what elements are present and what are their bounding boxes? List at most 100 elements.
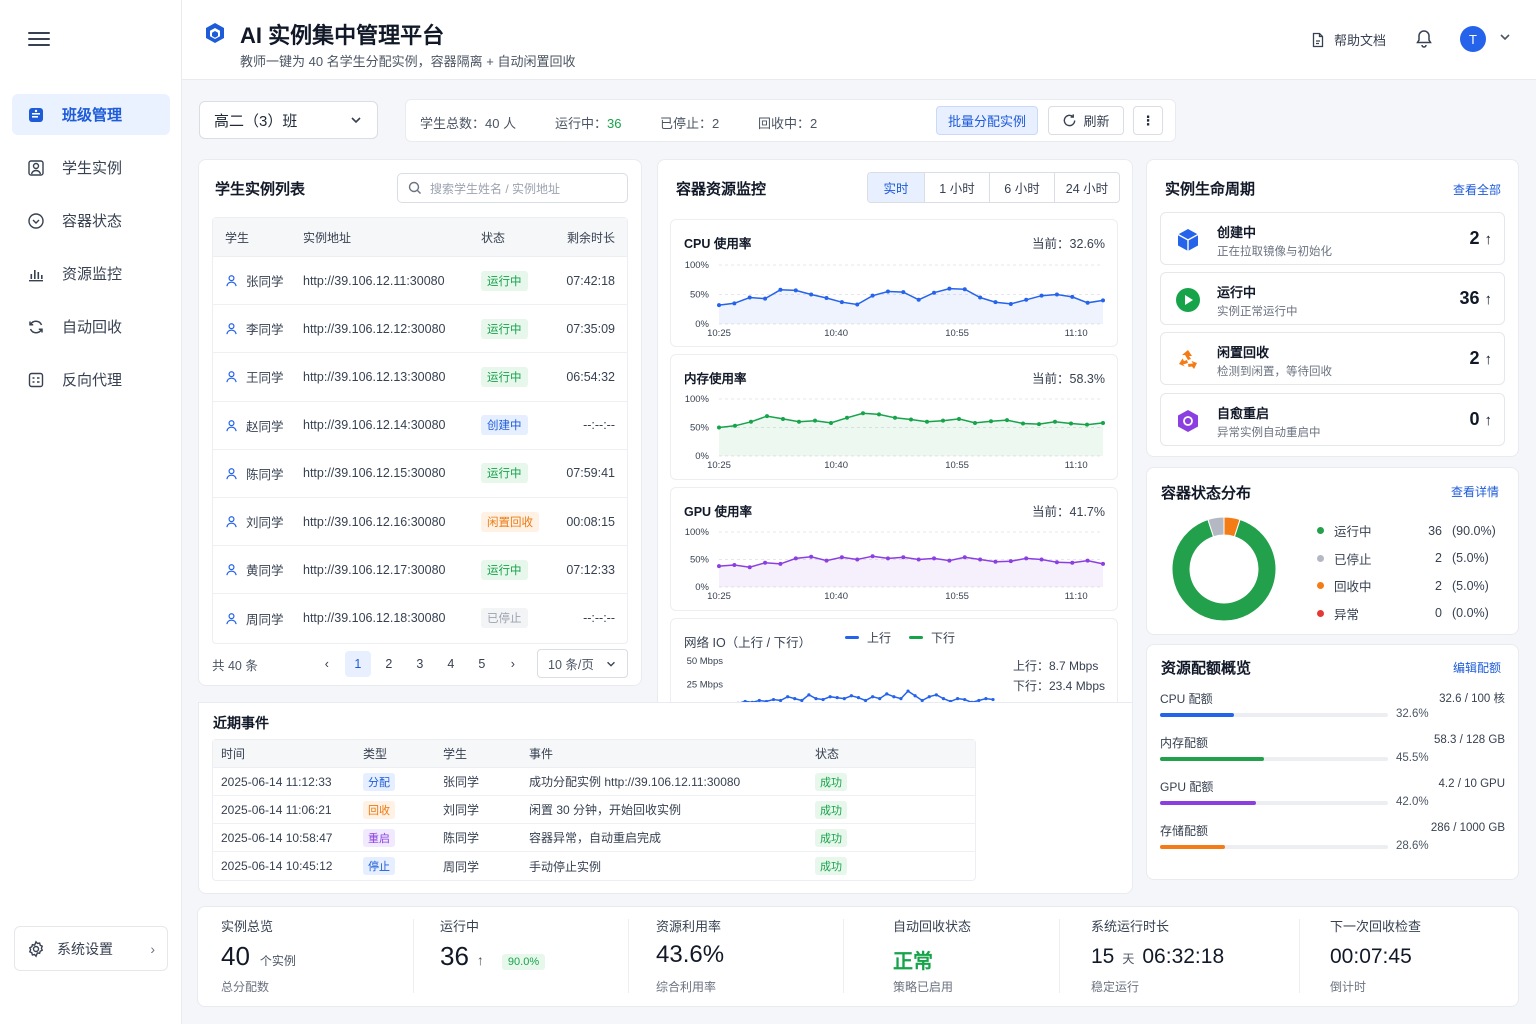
table-row[interactable]: 王同学 http://39.106.12.13:30080 运行中 06:54:32	[213, 353, 627, 402]
chevron-down-icon[interactable]	[1498, 30, 1512, 44]
page-button[interactable]: 4	[438, 651, 464, 677]
settings-label: 系统设置	[57, 940, 113, 957]
settings-button[interactable]: 系统设置 ›	[14, 926, 168, 971]
legend-percent: (0.0%)	[1452, 606, 1489, 620]
kpi-label: 系统运行时长	[1091, 919, 1170, 934]
view-all-link[interactable]: 查看全部	[1453, 181, 1501, 198]
data-point	[1024, 556, 1029, 561]
sidebar-item-proxy[interactable]: 反向代理	[12, 359, 170, 400]
edit-quota-link[interactable]: 编辑配额	[1453, 659, 1501, 676]
search-input[interactable]: 搜索学生姓名 / 实例地址	[397, 173, 628, 203]
table-row[interactable]: 2025-06-14 11:06:21 回收 刘同学 闲置 30 分钟，开始回收实例 成…	[213, 796, 975, 824]
lifecycle-creating[interactable]: 创建中 正在拉取镜像与初始化 2 ↑	[1160, 212, 1505, 265]
status-cell: 闲置回收	[481, 511, 557, 532]
lifecycle-idle[interactable]: 闲置回收 检测到闲置，等待回收 2 ↑	[1160, 332, 1505, 385]
table-row[interactable]: 刘同学 http://39.106.12.16:30080 闲置回收 00:08:15	[213, 498, 627, 547]
table-row[interactable]: 2025-06-14 10:45:12 停止 周同学 手动停止实例 成功	[213, 852, 975, 880]
page-button[interactable]: 2	[376, 651, 402, 677]
next-page-button[interactable]: ›	[500, 651, 526, 677]
page-button[interactable]: 3	[407, 651, 433, 677]
table-row[interactable]: 李同学 http://39.106.12.12:30080 运行中 07:35:09	[213, 305, 627, 354]
lifecycle-restart[interactable]: 自愈重启 异常实例自动重启中 0 ↑	[1160, 393, 1505, 446]
table-row[interactable]: 张同学 http://39.106.12.11:30080 运行中 07:42:18	[213, 257, 627, 306]
data-point	[809, 554, 814, 559]
sidebar-item-students[interactable]: 学生实例	[12, 147, 170, 188]
student-icon	[26, 158, 46, 178]
table-row[interactable]: 赵同学 http://39.106.12.14:30080 创建中 --:--:--	[213, 402, 627, 450]
table-row[interactable]: 黄同学 http://39.106.12.17:30080 运行中 07:12:33	[213, 546, 627, 595]
sidebar-item-class[interactable]: 班级管理	[12, 94, 170, 135]
table-row[interactable]: 2025-06-14 10:58:47 重启 陈同学 容器异常，自动重启完成 成功	[213, 824, 975, 852]
student-list-card: 学生实例列表 搜索学生姓名 / 实例地址 学生 实例地址 状态 剩余时长 张同学…	[198, 159, 642, 686]
kpi-total: 实例总览 40 个实例 总分配数	[221, 907, 401, 1007]
stat-stopped: 已停止：2	[660, 113, 719, 132]
prev-page-button[interactable]: ‹	[314, 651, 340, 677]
legend-label: 已停止	[1334, 552, 1372, 567]
data-point	[984, 697, 988, 701]
lifecycle-running[interactable]: 运行中 实例正常运行中 36 ↑	[1160, 272, 1505, 325]
event-status-badge: 成功	[815, 800, 847, 819]
event-type-cell: 回收	[363, 800, 443, 819]
instance-url[interactable]: http://39.106.12.18:30080	[303, 611, 481, 625]
refresh-button[interactable]: 刷新	[1048, 106, 1124, 135]
kpi-badge: 90.0%	[501, 954, 546, 970]
instance-url[interactable]: http://39.106.12.14:30080	[303, 418, 481, 432]
menu-toggle-icon[interactable]	[28, 28, 50, 48]
kpi-uptime: 系统运行时长 15 天 06:32:18 稳定运行	[1091, 907, 1271, 1007]
tab-realtime[interactable]: 实时	[868, 173, 924, 202]
event-status-cell: 成功	[815, 828, 915, 847]
page-button[interactable]: 1	[344, 651, 371, 677]
data-point	[906, 689, 910, 693]
container-icon	[26, 211, 46, 231]
data-point	[925, 419, 929, 424]
cube-logo-icon	[206, 23, 224, 43]
page-size-select[interactable]: 10 条/页	[537, 649, 628, 678]
view-details-link[interactable]: 查看详情	[1451, 483, 1499, 500]
sidebar-item-recycle[interactable]: 自动回收	[12, 306, 170, 347]
data-point	[1054, 560, 1059, 565]
tab-1h[interactable]: 1 小时	[924, 173, 989, 202]
student-name: 王同学	[246, 371, 284, 386]
instance-url[interactable]: http://39.106.12.15:30080	[303, 466, 481, 480]
instance-url[interactable]: http://39.106.12.12:30080	[303, 322, 481, 336]
monitor-title: 容器资源监控	[676, 181, 767, 198]
data-point	[1037, 422, 1041, 427]
status-badge: 运行中	[481, 463, 528, 484]
x-tick-label: 11:10	[1065, 460, 1088, 471]
events-card: 近期事件 时间 类型 学生 事件 状态 2025-06-14 11:12:33 分…	[198, 702, 1133, 894]
student-name: 刘同学	[246, 516, 284, 531]
table-row[interactable]: 周同学 http://39.106.12.18:30080 已停止 --:--:--	[213, 594, 627, 642]
kpi-value-number: 36	[440, 941, 469, 971]
gear-icon	[28, 939, 44, 958]
x-tick-label: 10:40	[824, 460, 848, 471]
avatar[interactable]: T	[1460, 26, 1486, 52]
kpi-recycle: 自动回收状态 正常 策略已启用	[893, 907, 1073, 1007]
page-button[interactable]: 5	[469, 651, 495, 677]
help-docs-link[interactable]: 帮助文档	[1310, 30, 1386, 49]
table-row[interactable]: 陈同学 http://39.106.12.15:30080 运行中 07:59:41	[213, 450, 627, 498]
sidebar-item-monitor[interactable]: 资源监控	[12, 253, 170, 294]
quota-percent: 42.0%	[1396, 796, 1429, 808]
kpi-sub: 倒计时	[1330, 980, 1367, 994]
user-icon	[226, 323, 237, 335]
class-select[interactable]: 高二（3）班	[199, 101, 378, 139]
more-options-button[interactable]: ⋮	[1133, 106, 1163, 135]
sidebar-item-containers[interactable]: 容器状态	[12, 200, 170, 241]
table-row[interactable]: 2025-06-14 11:12:33 分配 张同学 成功分配实例 http://39…	[213, 768, 975, 796]
quota-progress	[1160, 845, 1388, 849]
remaining-time: 07:59:41	[566, 466, 615, 481]
batch-assign-button[interactable]: 批量分配实例	[936, 106, 1038, 135]
instance-url[interactable]: http://39.106.12.17:30080	[303, 563, 481, 577]
instance-url[interactable]: http://39.106.12.11:30080	[303, 274, 481, 288]
tab-6h[interactable]: 6 小时	[989, 173, 1054, 202]
bell-icon[interactable]	[1414, 28, 1434, 48]
page-numbers: 12345	[340, 651, 495, 677]
data-point	[861, 411, 865, 416]
data-point	[913, 694, 917, 698]
tab-24h[interactable]: 24 小时	[1054, 173, 1119, 202]
chevron-down-icon	[607, 661, 615, 667]
gpu-line-chart: 100%50%0%10:25 10:40 10:55 11:10	[685, 527, 1105, 602]
lifecycle-title: 实例生命周期	[1165, 181, 1256, 198]
instance-url[interactable]: http://39.106.12.16:30080	[303, 515, 481, 529]
instance-url[interactable]: http://39.106.12.13:30080	[303, 370, 481, 384]
